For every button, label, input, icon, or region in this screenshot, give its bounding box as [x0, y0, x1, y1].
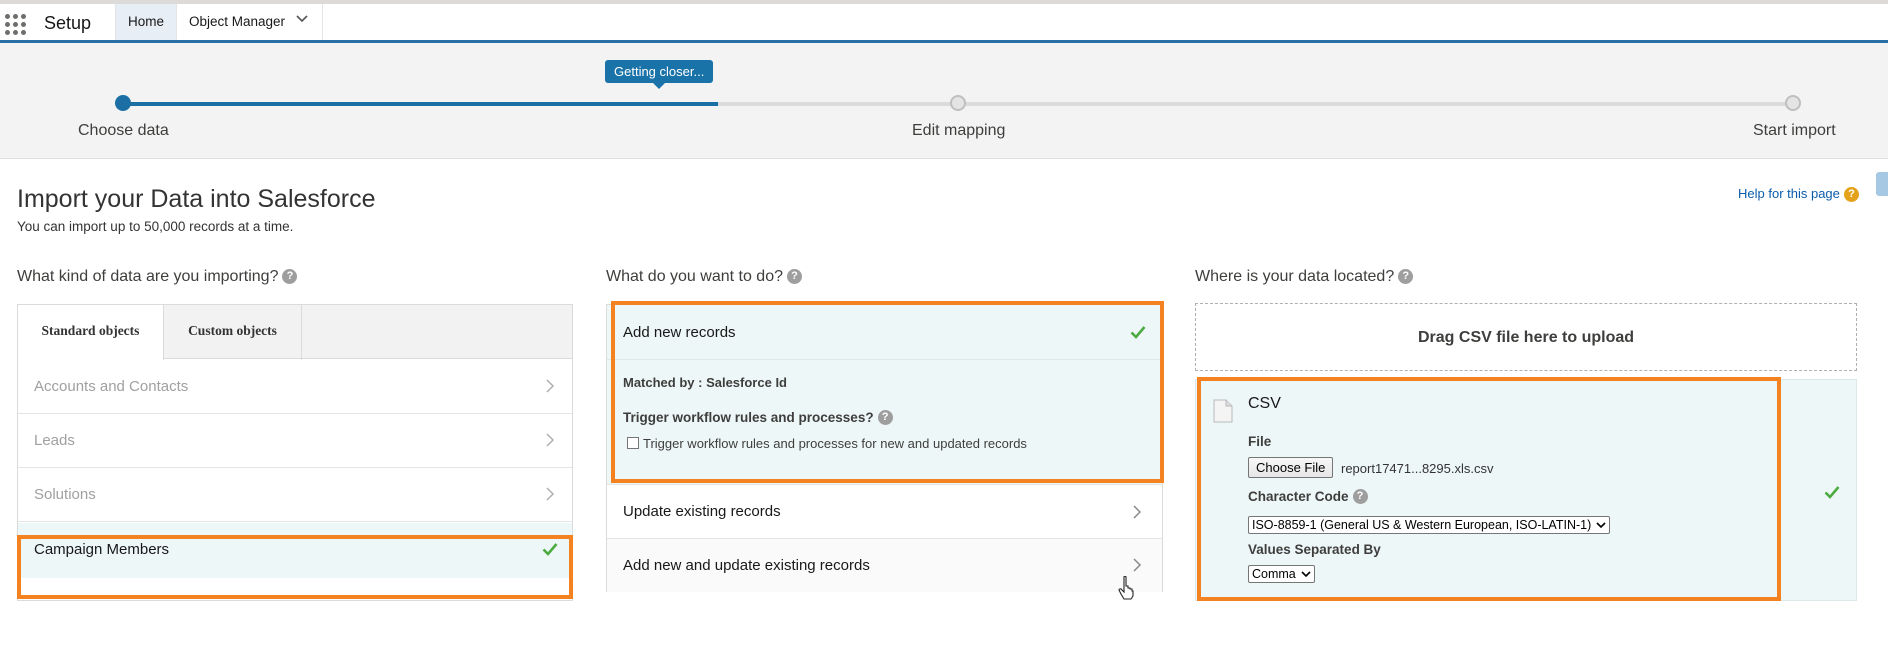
object-type-tabs: Standard objects Custom objects	[18, 305, 572, 360]
object-row-leads[interactable]: Leads	[18, 414, 572, 468]
data-kind-panel: Standard objects Custom objects Accounts…	[17, 304, 573, 601]
data-kind-heading: What kind of data are you importing??	[17, 268, 298, 286]
step-dot-start-import[interactable]	[1785, 95, 1801, 111]
app-launcher-icon[interactable]	[5, 14, 27, 36]
tab-home[interactable]: Home	[115, 4, 177, 40]
separator-label: Values Separated By	[1248, 542, 1381, 557]
page-title: Import your Data into Salesforce	[17, 185, 376, 213]
object-row-campaign-members[interactable]: Campaign Members	[18, 523, 572, 578]
question-icon[interactable]: ?	[1352, 489, 1368, 504]
step-label-choose-data: Choose data	[78, 122, 169, 139]
step-label-start-import: Start import	[1753, 122, 1836, 139]
option-label: Add new records	[623, 324, 736, 341]
progress-tooltip: Getting closer...	[605, 60, 714, 89]
action-heading: What do you want to do??	[606, 268, 802, 286]
chevron-down-icon	[1301, 571, 1311, 578]
character-code-label: Character Code?	[1248, 489, 1368, 504]
question-icon[interactable]: ?	[877, 410, 893, 425]
action-heading-text: What do you want to do?	[606, 268, 783, 285]
file-icon	[1213, 399, 1233, 423]
checkmark-icon	[542, 543, 558, 556]
matched-by-text: Matched by : Salesforce Id	[623, 375, 787, 390]
trigger-workflow-checkbox-row[interactable]: Trigger workflow rules and processes for…	[627, 436, 1027, 451]
app-name: Setup	[44, 13, 92, 33]
checkmark-icon	[1130, 326, 1146, 339]
progress-indicator: Getting closer... Choose data Edit mappi…	[0, 43, 1888, 159]
data-kind-heading-text: What kind of data are you importing?	[17, 268, 279, 285]
option-add-new-records[interactable]: Add new records Matched by : Salesforce …	[607, 305, 1162, 485]
choose-file-button[interactable]: Choose File	[1248, 457, 1334, 478]
option-add-and-update-records[interactable]: Add new and update existing records	[607, 539, 1162, 592]
location-heading: Where is your data located??	[1195, 268, 1414, 286]
chevron-down-icon[interactable]	[296, 12, 308, 24]
question-icon[interactable]: ?	[1398, 269, 1414, 284]
chevron-right-icon	[1133, 558, 1142, 572]
step-dot-choose-data[interactable]	[115, 95, 131, 111]
step-label-edit-mapping: Edit mapping	[912, 122, 1006, 139]
option-label: Update existing records	[623, 503, 781, 520]
object-row-label: Leads	[34, 432, 75, 449]
chevron-right-icon	[546, 433, 555, 447]
tab-object-manager[interactable]: Object Manager	[176, 4, 323, 40]
mouse-cursor-icon	[1118, 576, 1134, 600]
chevron-down-icon	[1596, 522, 1606, 529]
object-row-label: Solutions	[34, 486, 96, 503]
global-header: Setup Home Object Manager	[0, 0, 1888, 43]
object-row-label: Accounts and Contacts	[34, 378, 189, 395]
csv-source-label: CSV	[1248, 395, 1281, 412]
tab-object-manager-label: Object Manager	[189, 14, 286, 29]
checkmark-icon	[1824, 486, 1840, 499]
question-icon[interactable]: ?	[787, 269, 802, 284]
progress-fill	[123, 102, 719, 106]
character-code-label-text: Character Code	[1248, 489, 1349, 504]
page-subtitle: You can import up to 50,000 records at a…	[17, 219, 294, 234]
csv-source-panel[interactable]: CSV File Choose File report17471...8295.…	[1195, 379, 1857, 601]
csv-dropzone[interactable]: Drag CSV file here to upload	[1195, 303, 1857, 371]
trigger-workflow-checkbox-label: Trigger workflow rules and processes for…	[643, 436, 1027, 451]
object-row-accounts-contacts[interactable]: Accounts and Contacts	[18, 360, 572, 414]
help-link[interactable]: Help for this page	[1738, 186, 1840, 201]
trigger-workflow-checkbox[interactable]	[627, 437, 639, 449]
file-label: File	[1248, 434, 1272, 449]
collapse-panel-tab[interactable]	[1876, 172, 1888, 196]
object-row-solutions[interactable]: Solutions	[18, 468, 572, 522]
character-code-select[interactable]: ISO-8859-1 (General US & Western Europea…	[1248, 516, 1611, 534]
action-panel: Add new records Matched by : Salesforce …	[606, 304, 1163, 592]
separator-value: Comma	[1252, 567, 1296, 581]
object-row-label: Campaign Members	[34, 541, 170, 558]
trigger-question: Trigger workflow rules and processes??	[623, 410, 893, 425]
tab-custom-objects[interactable]: Custom objects	[164, 305, 302, 360]
option-update-existing-records[interactable]: Update existing records	[607, 485, 1162, 539]
step-dot-edit-mapping[interactable]	[950, 95, 966, 111]
tab-standard-objects[interactable]: Standard objects	[18, 305, 164, 360]
chevron-right-icon	[546, 487, 555, 501]
chevron-right-icon	[546, 379, 555, 393]
character-code-value: ISO-8859-1 (General US & Western Europea…	[1252, 518, 1592, 532]
file-name: report17471...8295.xls.csv	[1341, 461, 1494, 476]
help-icon[interactable]: ?	[1844, 187, 1859, 202]
option-label: Add new and update existing records	[623, 557, 870, 574]
location-heading-text: Where is your data located?	[1195, 268, 1395, 285]
separator-select[interactable]: Comma	[1248, 565, 1315, 583]
question-icon[interactable]: ?	[282, 269, 298, 284]
trigger-question-text: Trigger workflow rules and processes?	[623, 410, 874, 425]
chevron-right-icon	[1133, 505, 1142, 519]
